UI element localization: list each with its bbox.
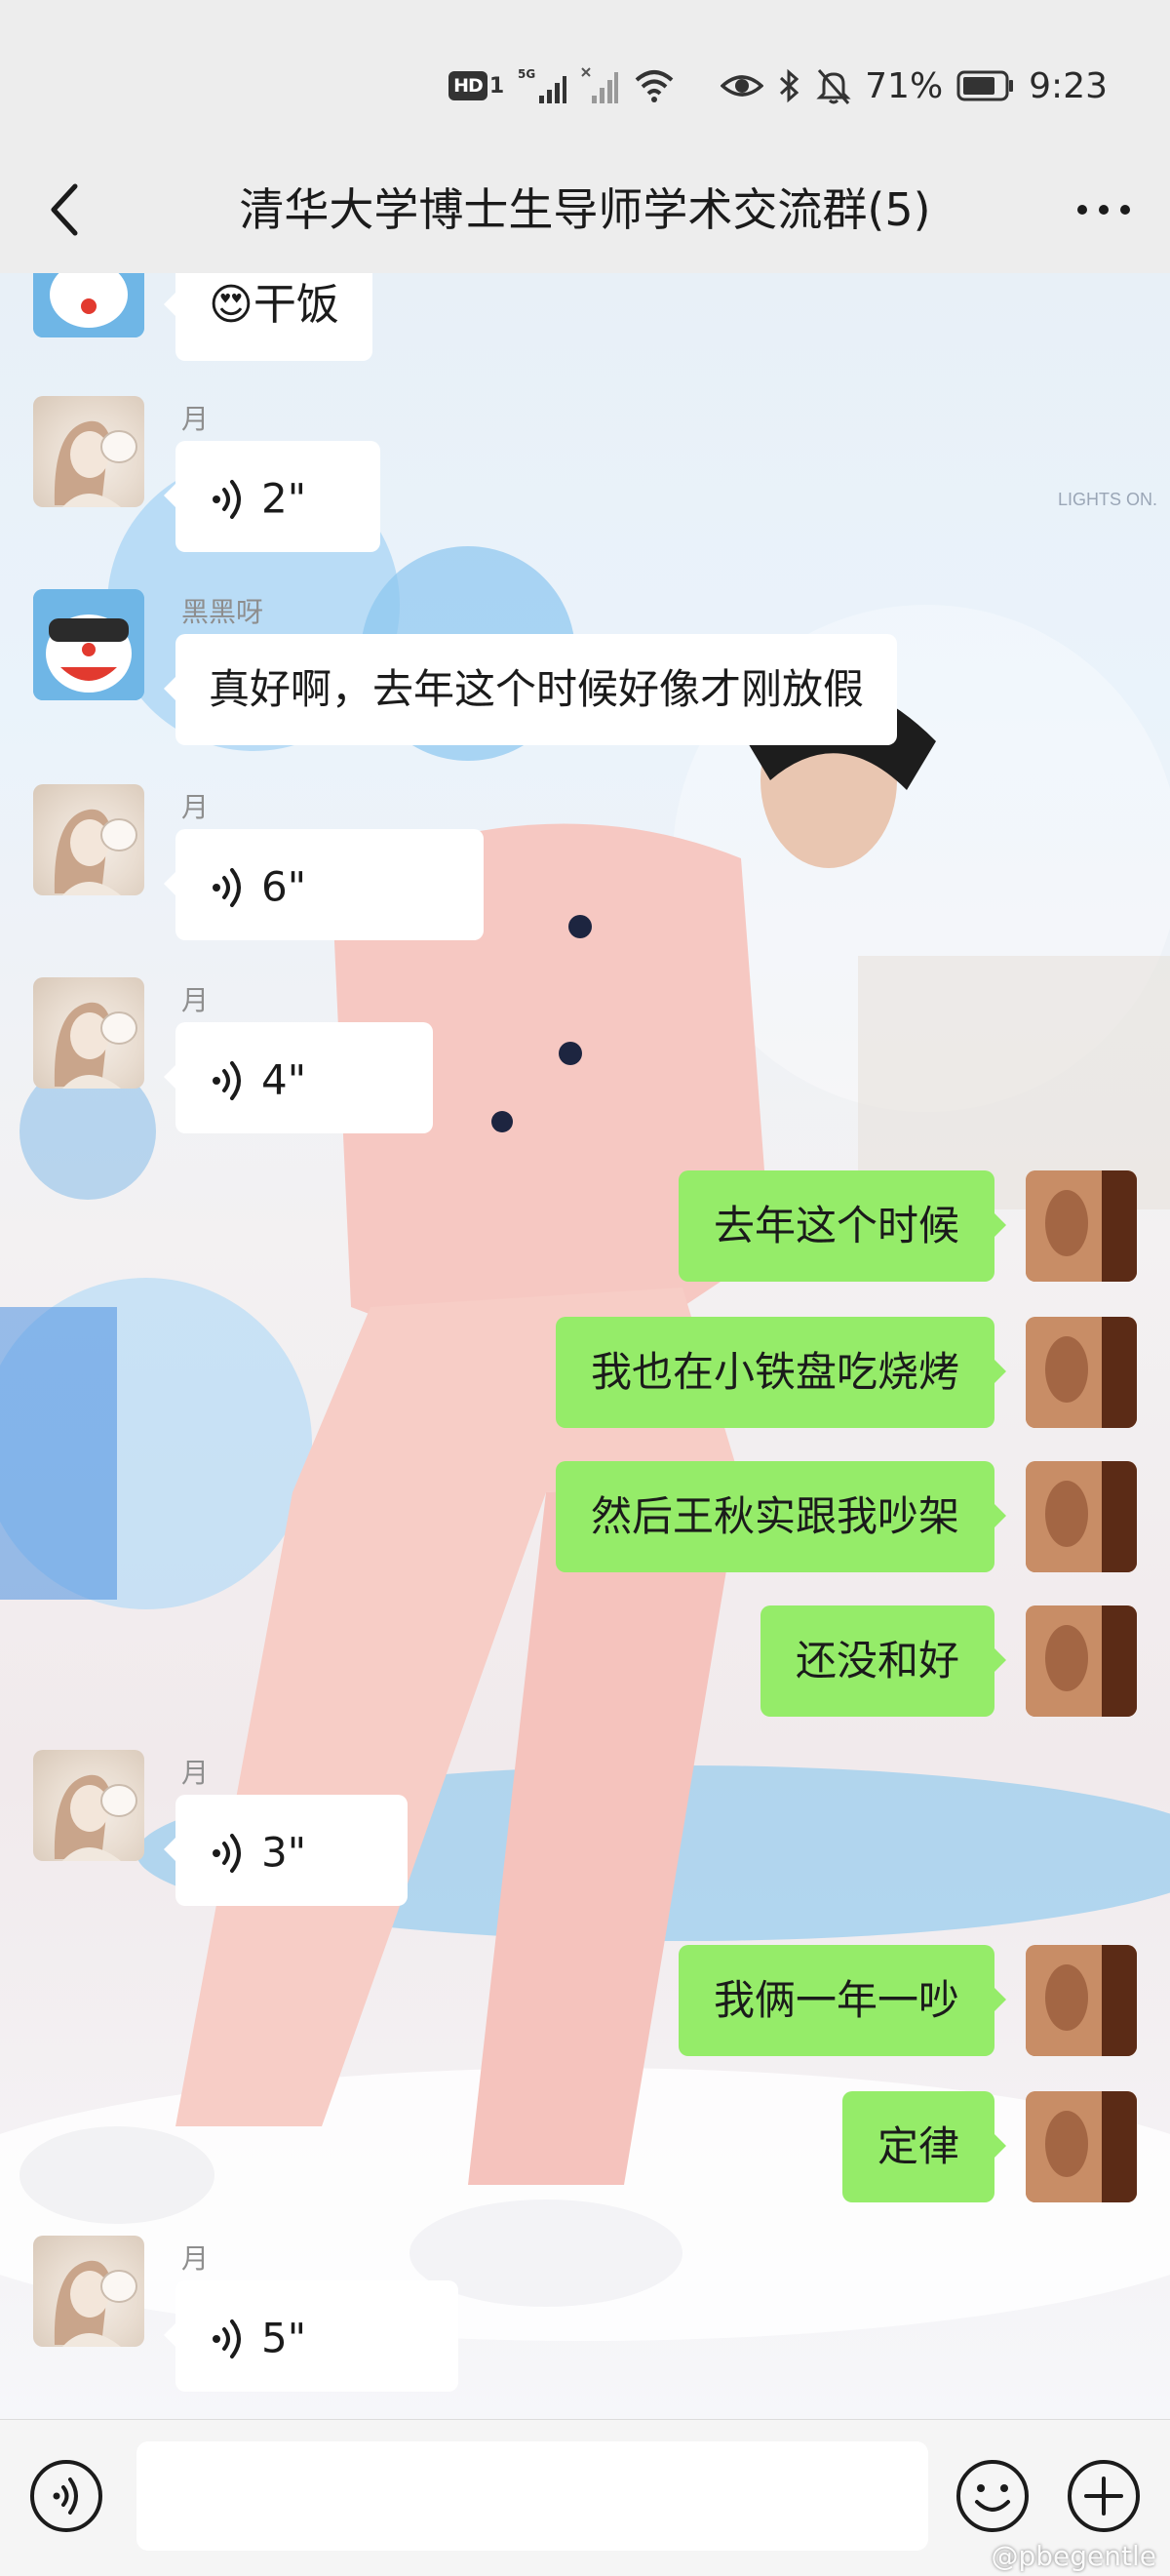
more-actions-button[interactable] bbox=[1065, 2457, 1143, 2535]
sender-name: 月 bbox=[181, 984, 210, 1016]
message-text: 真好啊，去年这个时候好像才刚放假 bbox=[209, 665, 865, 713]
message-text: 还没和好 bbox=[795, 1637, 959, 1684]
signal-label: 5G bbox=[518, 67, 535, 81]
avatar[interactable] bbox=[1026, 2091, 1137, 2202]
voice-wave-icon bbox=[213, 479, 241, 519]
avatar[interactable] bbox=[33, 273, 144, 337]
avatar[interactable] bbox=[33, 589, 144, 700]
hd-badge: HD bbox=[448, 71, 488, 100]
voice-message-bubble[interactable]: 2" bbox=[164, 441, 380, 552]
self-avatar-icon bbox=[1026, 1605, 1137, 1717]
voice-duration: 4" bbox=[261, 1055, 307, 1104]
yue-avatar-icon bbox=[54, 420, 137, 507]
battery-percent: 71% bbox=[865, 65, 944, 106]
message-text: 然后王秋实跟我吵架 bbox=[590, 1492, 959, 1540]
message-text: 我俩一年一吵 bbox=[713, 1976, 959, 2024]
yue-avatar-icon bbox=[54, 2260, 137, 2347]
doraemon-avatar-icon bbox=[33, 589, 144, 700]
voice-message-bubble[interactable]: 4" bbox=[164, 1022, 433, 1133]
sender-name: 月 bbox=[181, 791, 210, 823]
battery-icon bbox=[956, 66, 1015, 105]
background-corner-text: LIGHTS ON. bbox=[1058, 490, 1157, 509]
avatar[interactable] bbox=[1026, 1605, 1137, 1717]
chat-area[interactable]: LIGHTS ON. 😍干饭 月 2" 黑黑呀 真好啊，去年这个时候好像才刚放假… bbox=[0, 273, 1170, 2419]
self-avatar-icon bbox=[1026, 1461, 1137, 1572]
avatar[interactable] bbox=[1026, 1170, 1137, 1282]
message-text-bubble[interactable]: 定律 bbox=[841, 2091, 1007, 2202]
mute-bell-icon bbox=[816, 66, 851, 105]
sender-name: 月 bbox=[181, 2242, 210, 2275]
voice-wave-icon bbox=[213, 1833, 241, 1873]
message-text: 我也在小铁盘吃烧烤 bbox=[590, 1348, 959, 1396]
avatar[interactable] bbox=[33, 977, 144, 1089]
message-text-bubble[interactable]: 😍干饭 bbox=[164, 273, 372, 361]
voice-duration: 3" bbox=[261, 1828, 307, 1877]
voice-duration: 6" bbox=[261, 862, 307, 911]
clock: 9:23 bbox=[1029, 65, 1108, 106]
message-text: 定律 bbox=[877, 2122, 959, 2170]
signal-5g-icon: 5G bbox=[518, 66, 567, 105]
message-text: 😍干饭 bbox=[209, 280, 339, 330]
bluetooth-icon bbox=[777, 66, 802, 105]
hd-number: 1 bbox=[488, 73, 505, 99]
message-text-bubble[interactable]: 还没和好 bbox=[760, 1605, 1007, 1717]
sender-name: 月 bbox=[181, 403, 210, 435]
voice-wave-icon bbox=[213, 2318, 241, 2358]
message-text: 去年这个时候 bbox=[713, 1202, 959, 1249]
page-title: 清华大学博士生导师学术交流群(5) bbox=[239, 183, 931, 236]
yue-avatar-icon bbox=[54, 809, 137, 895]
avatar[interactable] bbox=[1026, 1317, 1137, 1428]
eye-icon bbox=[721, 66, 764, 105]
voice-message-bubble[interactable]: 6" bbox=[164, 829, 484, 940]
self-avatar-icon bbox=[1026, 2091, 1137, 2202]
sender-name: 黑黑呀 bbox=[181, 596, 264, 628]
message-text-bubble[interactable]: 然后王秋实跟我吵架 bbox=[555, 1461, 1007, 1572]
voice-duration: 5" bbox=[261, 2314, 307, 2362]
message-input[interactable] bbox=[136, 2441, 928, 2551]
message-text-bubble[interactable]: 去年这个时候 bbox=[678, 1170, 1007, 1282]
voice-duration: 2" bbox=[261, 474, 307, 523]
status-icons: HD 1 5G 71% 9:23 bbox=[448, 60, 1108, 111]
voice-mode-button[interactable] bbox=[27, 2457, 105, 2535]
avatar[interactable] bbox=[1026, 1945, 1137, 2056]
emoji-icon bbox=[956, 2460, 1029, 2532]
yue-avatar-icon bbox=[54, 1774, 137, 1861]
message-text-bubble[interactable]: 我也在小铁盘吃烧烤 bbox=[555, 1317, 1007, 1428]
yue-avatar-icon bbox=[54, 1002, 137, 1089]
sender-name: 月 bbox=[181, 1757, 210, 1789]
plus-icon bbox=[1068, 2460, 1140, 2532]
message-text-bubble[interactable]: 真好啊，去年这个时候好像才刚放假 bbox=[163, 634, 898, 745]
self-avatar-icon bbox=[1026, 1170, 1137, 1282]
voice-mode-icon bbox=[30, 2460, 102, 2532]
chat-header: 清华大学博士生导师学术交流群(5) bbox=[0, 146, 1170, 273]
avatar[interactable] bbox=[33, 396, 144, 507]
hd-indicator: HD 1 bbox=[448, 71, 504, 100]
voice-message-bubble[interactable]: 3" bbox=[164, 1795, 408, 1906]
voice-wave-icon bbox=[213, 867, 241, 907]
emoji-button[interactable] bbox=[954, 2457, 1032, 2535]
wifi-icon bbox=[633, 66, 676, 105]
avatar[interactable] bbox=[33, 2236, 144, 2347]
message-text-bubble[interactable]: 我俩一年一吵 bbox=[678, 1945, 1007, 2056]
avatar[interactable] bbox=[1026, 1461, 1137, 1572]
signal-no-service-icon bbox=[580, 66, 619, 105]
watermark: @pbegentle bbox=[991, 2540, 1156, 2572]
voice-wave-icon bbox=[213, 1060, 241, 1100]
doraemon-avatar-icon bbox=[33, 273, 144, 337]
self-avatar-icon bbox=[1026, 1945, 1137, 2056]
self-avatar-icon bbox=[1026, 1317, 1137, 1428]
avatar[interactable] bbox=[33, 784, 144, 895]
avatar[interactable] bbox=[33, 1750, 144, 1861]
more-dots-icon bbox=[1077, 205, 1130, 215]
more-button[interactable] bbox=[1065, 176, 1143, 244]
voice-message-bubble[interactable]: 5" bbox=[164, 2280, 458, 2392]
